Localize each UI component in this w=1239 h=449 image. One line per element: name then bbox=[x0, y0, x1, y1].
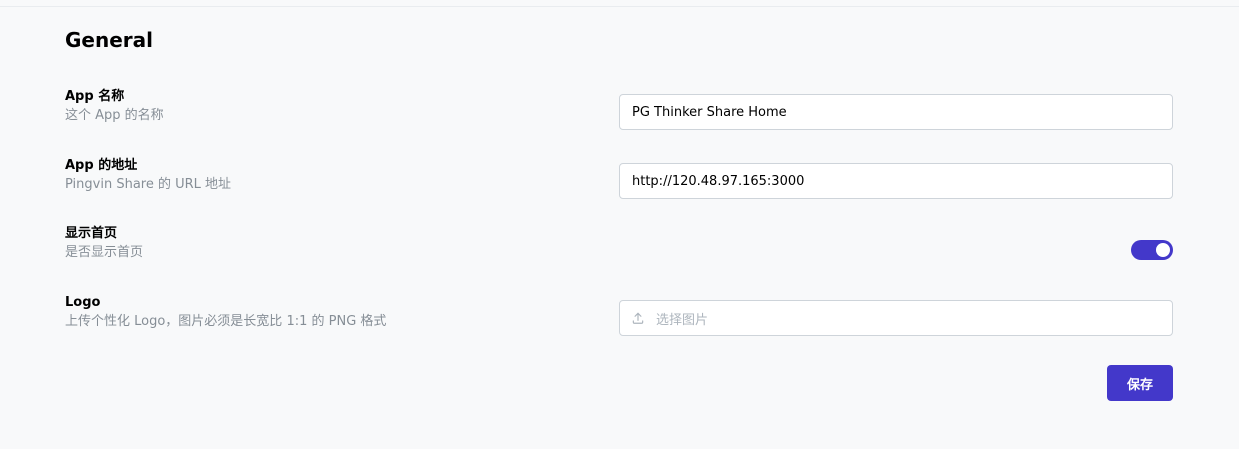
top-divider bbox=[0, 6, 1239, 7]
save-button[interactable]: 保存 bbox=[1107, 365, 1173, 401]
logo-picker-placeholder: 选择图片 bbox=[656, 312, 709, 328]
logo-title: Logo bbox=[65, 295, 101, 310]
app-name-input[interactable] bbox=[619, 94, 1173, 130]
upload-icon bbox=[620, 311, 656, 325]
show-home-toggle[interactable] bbox=[1131, 240, 1173, 260]
show-home-title: 显示首页 bbox=[65, 226, 118, 241]
app-url-label-group: App 的地址 Pingvin Share 的 URL 地址 bbox=[65, 156, 231, 194]
show-home-label-group: 显示首页 是否显示首页 bbox=[65, 224, 143, 262]
app-name-title: App 名称 bbox=[65, 89, 125, 104]
app-name-description: 这个 App 的名称 bbox=[65, 108, 164, 123]
logo-file-picker[interactable]: 选择图片 bbox=[619, 300, 1173, 336]
logo-label-group: Logo 上传个性化 Logo，图片必须是长宽比 1:1 的 PNG 格式 bbox=[65, 293, 386, 331]
toggle-knob bbox=[1156, 243, 1170, 257]
section-title: General bbox=[65, 28, 153, 52]
app-url-title: App 的地址 bbox=[65, 158, 138, 173]
app-url-description: Pingvin Share 的 URL 地址 bbox=[65, 177, 232, 192]
logo-description: 上传个性化 Logo，图片必须是长宽比 1:1 的 PNG 格式 bbox=[65, 314, 387, 329]
app-url-input[interactable] bbox=[619, 163, 1173, 199]
app-name-label-group: App 名称 这个 App 的名称 bbox=[65, 87, 164, 125]
show-home-description: 是否显示首页 bbox=[65, 245, 144, 260]
